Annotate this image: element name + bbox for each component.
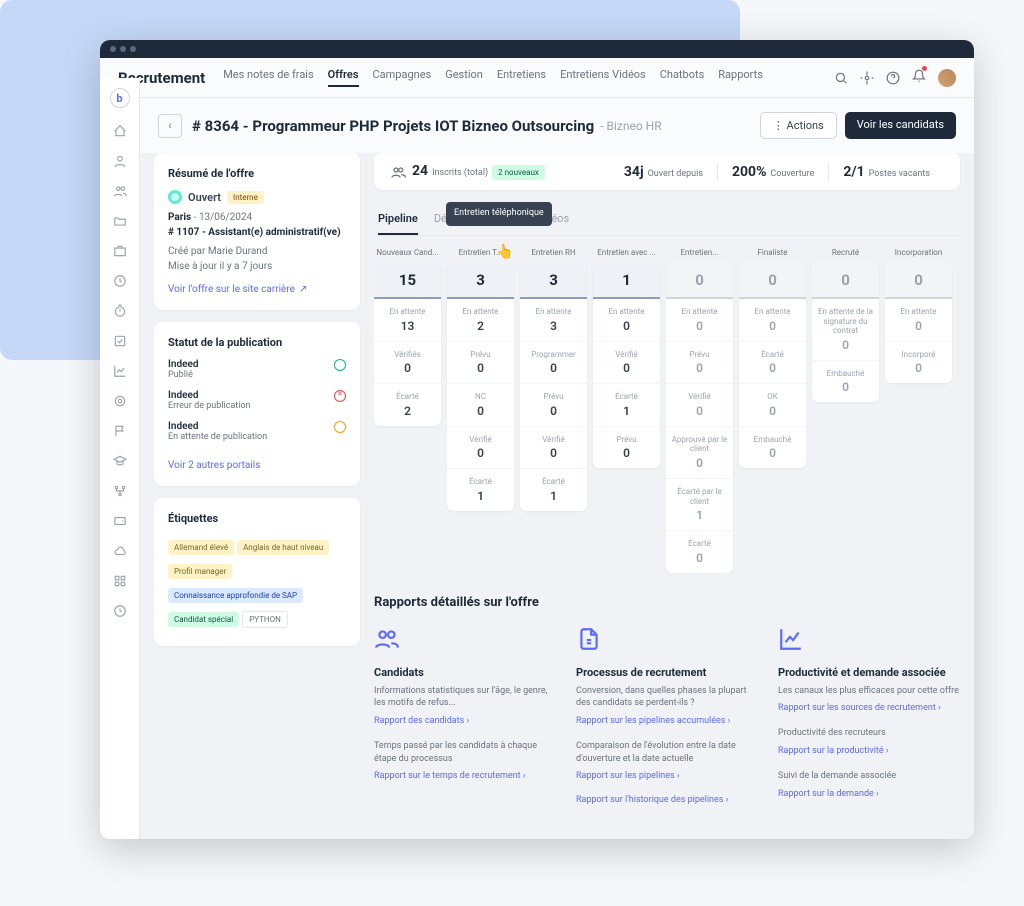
report-column: Processus de recrutementConversion, dans… bbox=[576, 626, 758, 819]
target-icon[interactable] bbox=[113, 394, 127, 408]
content-tabs: PipelineDétailsEntretiens VidéosEntretie… bbox=[374, 200, 960, 236]
report-link[interactable]: Rapport sur les pipelines accumulées bbox=[576, 716, 758, 726]
view-candidates-button[interactable]: Voir les candidats bbox=[845, 112, 956, 139]
report-link[interactable]: Rapport sur les sources de recrutement bbox=[778, 703, 960, 713]
status-text: Ouvert bbox=[188, 191, 221, 204]
tag[interactable]: Profil manager bbox=[168, 564, 232, 579]
status-pending-icon bbox=[334, 421, 346, 433]
publication-item: IndeedPublié bbox=[168, 359, 346, 380]
chart-icon[interactable] bbox=[113, 364, 127, 378]
help-icon[interactable] bbox=[886, 71, 900, 85]
pipeline-stage[interactable]: Entretien...0En attente0Prévu0Vérifié0Ap… bbox=[666, 248, 733, 573]
clock-icon[interactable] bbox=[113, 274, 127, 288]
publication-item: IndeedErreur de publication bbox=[168, 390, 346, 411]
summary-heading: Résumé de l'offre bbox=[168, 167, 346, 180]
flag-icon[interactable] bbox=[113, 424, 127, 438]
pipeline-stage[interactable]: Finaliste0En attente0Écarté0OK0Embauché0 bbox=[739, 248, 806, 573]
tags-card: Étiquettes Allemand élevéAnglais de haut… bbox=[154, 498, 360, 646]
pipeline-stage[interactable]: Entretien RH3En attente3Programmer0Prévu… bbox=[520, 248, 587, 573]
new-badge: 2 nouveaux bbox=[492, 165, 545, 180]
user-icon[interactable] bbox=[113, 154, 127, 168]
app-logo[interactable]: b bbox=[110, 88, 130, 108]
topnav-gestion[interactable]: Gestion bbox=[445, 68, 483, 87]
tag[interactable]: Candidat spécial bbox=[168, 612, 239, 627]
timer-icon[interactable] bbox=[113, 304, 127, 318]
stage-tooltip: Entretien téléphonique bbox=[446, 202, 552, 226]
topnav-entretiens[interactable]: Entretiens bbox=[497, 68, 546, 87]
actions-button[interactable]: ⋮ Actions bbox=[760, 112, 837, 139]
publication-card: Statut de la publication IndeedPublié Ind… bbox=[154, 322, 360, 486]
apps-icon[interactable] bbox=[113, 574, 127, 588]
topnav-campagnes[interactable]: Campagnes bbox=[373, 68, 432, 87]
top-nav: Mes notes de frais Offres Campagnes Gestion… bbox=[223, 68, 763, 87]
career-site-link[interactable]: Voir l'offre sur le site carrière ↗ bbox=[168, 284, 307, 295]
report-link[interactable]: Rapport sur les pipelines bbox=[576, 771, 758, 781]
status-err-icon bbox=[334, 390, 346, 402]
avatar[interactable] bbox=[938, 69, 956, 87]
publication-item: IndeedEn attente de publication bbox=[168, 421, 346, 442]
wallet-icon[interactable] bbox=[113, 514, 127, 528]
gear-icon[interactable] bbox=[860, 71, 874, 85]
internal-badge: Interne bbox=[227, 191, 264, 204]
report-column: Productivité et demande associéeLes cana… bbox=[778, 626, 960, 819]
page-header: ‹ # 8364 - Programmeur PHP Projets IOT B… bbox=[140, 98, 974, 153]
summary-card: Résumé de l'offre Ouvert Interne Paris -… bbox=[154, 153, 360, 310]
window-titlebar bbox=[100, 40, 974, 58]
status-ok-icon bbox=[334, 359, 346, 371]
app-window: Recrutement Mes notes de fraisOffresCamp… bbox=[100, 40, 974, 839]
back-button[interactable]: ‹ bbox=[158, 114, 182, 138]
status-dot bbox=[168, 190, 182, 204]
home-icon[interactable] bbox=[113, 124, 127, 138]
topbar: Recrutement Mes notes de fraisOffresCamp… bbox=[100, 58, 974, 98]
pipeline-stage[interactable]: Recruté0En attente de la signature du co… bbox=[812, 248, 879, 573]
report-link[interactable]: Rapport sur le temps de recrutement bbox=[374, 771, 556, 781]
topnav-offres[interactable]: Offres bbox=[328, 68, 359, 87]
report-link[interactable]: Rapport sur la demande bbox=[778, 789, 960, 799]
check-icon[interactable] bbox=[113, 334, 127, 348]
more-portals-link[interactable]: Voir 2 autres portails bbox=[168, 460, 260, 471]
report-column: CandidatsInformations statistiques sur l… bbox=[374, 626, 556, 819]
report-link[interactable]: Rapport des candidats bbox=[374, 716, 556, 726]
cloud-icon[interactable] bbox=[113, 544, 127, 558]
pipeline-stage[interactable]: Entretien T...3En attente2Prévu0NC0Vérif… bbox=[447, 248, 514, 573]
stats-row: 24 Inscrits (total) 2 nouveaux 34jOuvert… bbox=[374, 153, 960, 190]
topnav-rapports[interactable]: Rapports bbox=[718, 68, 763, 87]
search-icon[interactable] bbox=[834, 71, 848, 85]
cursor-icon: 👆 bbox=[496, 244, 513, 260]
page-subtitle: - Bizneo HR bbox=[600, 119, 661, 133]
grad-icon[interactable] bbox=[113, 454, 127, 468]
reports-section: Rapports détaillés sur l'offre Candidats… bbox=[374, 595, 960, 819]
topnav-mes-notes-de-frais[interactable]: Mes notes de frais bbox=[223, 68, 313, 87]
briefcase-icon[interactable] bbox=[113, 244, 127, 258]
topnav-entretiens-vidéos[interactable]: Entretiens Vidéos bbox=[560, 68, 646, 87]
report-link[interactable]: Rapport sur la productivité bbox=[778, 746, 960, 756]
branch-icon[interactable] bbox=[113, 484, 127, 498]
tab-pipeline[interactable]: Pipeline bbox=[378, 212, 418, 235]
pipeline-stage[interactable]: Nouveaux Cand...15En attente13Vérifiés0É… bbox=[374, 248, 441, 573]
tag[interactable]: Connaissance approfondie de SAP bbox=[168, 588, 303, 603]
publication-heading: Statut de la publication bbox=[168, 336, 346, 349]
page-title: # 8364 - Programmeur PHP Projets IOT Biz… bbox=[192, 117, 594, 135]
recent-icon[interactable] bbox=[113, 604, 127, 618]
bell-icon[interactable] bbox=[912, 69, 926, 83]
report-link[interactable]: Rapport sur l'historique des pipelines bbox=[576, 795, 758, 805]
folder-icon[interactable] bbox=[113, 214, 127, 228]
tags-heading: Étiquettes bbox=[168, 512, 346, 525]
reports-heading: Rapports détaillés sur l'offre bbox=[374, 595, 960, 610]
topnav-chatbots[interactable]: Chatbots bbox=[660, 68, 705, 87]
pipeline-board: Nouveaux Cand...15En attente13Vérifiés0É… bbox=[374, 248, 960, 573]
people-icon bbox=[390, 164, 406, 180]
tag[interactable]: Allemand élevé bbox=[168, 540, 234, 555]
tag[interactable]: PYTHON bbox=[242, 611, 288, 628]
pipeline-stage[interactable]: Entretien avec ...1En attente0Vérifié0Éc… bbox=[593, 248, 660, 573]
pipeline-stage[interactable]: Incorporation0En attente0Incorporé0 bbox=[885, 248, 952, 573]
sidebar: b bbox=[100, 78, 140, 839]
users-icon[interactable] bbox=[113, 184, 127, 198]
tag[interactable]: Anglais de haut niveau bbox=[237, 540, 329, 555]
